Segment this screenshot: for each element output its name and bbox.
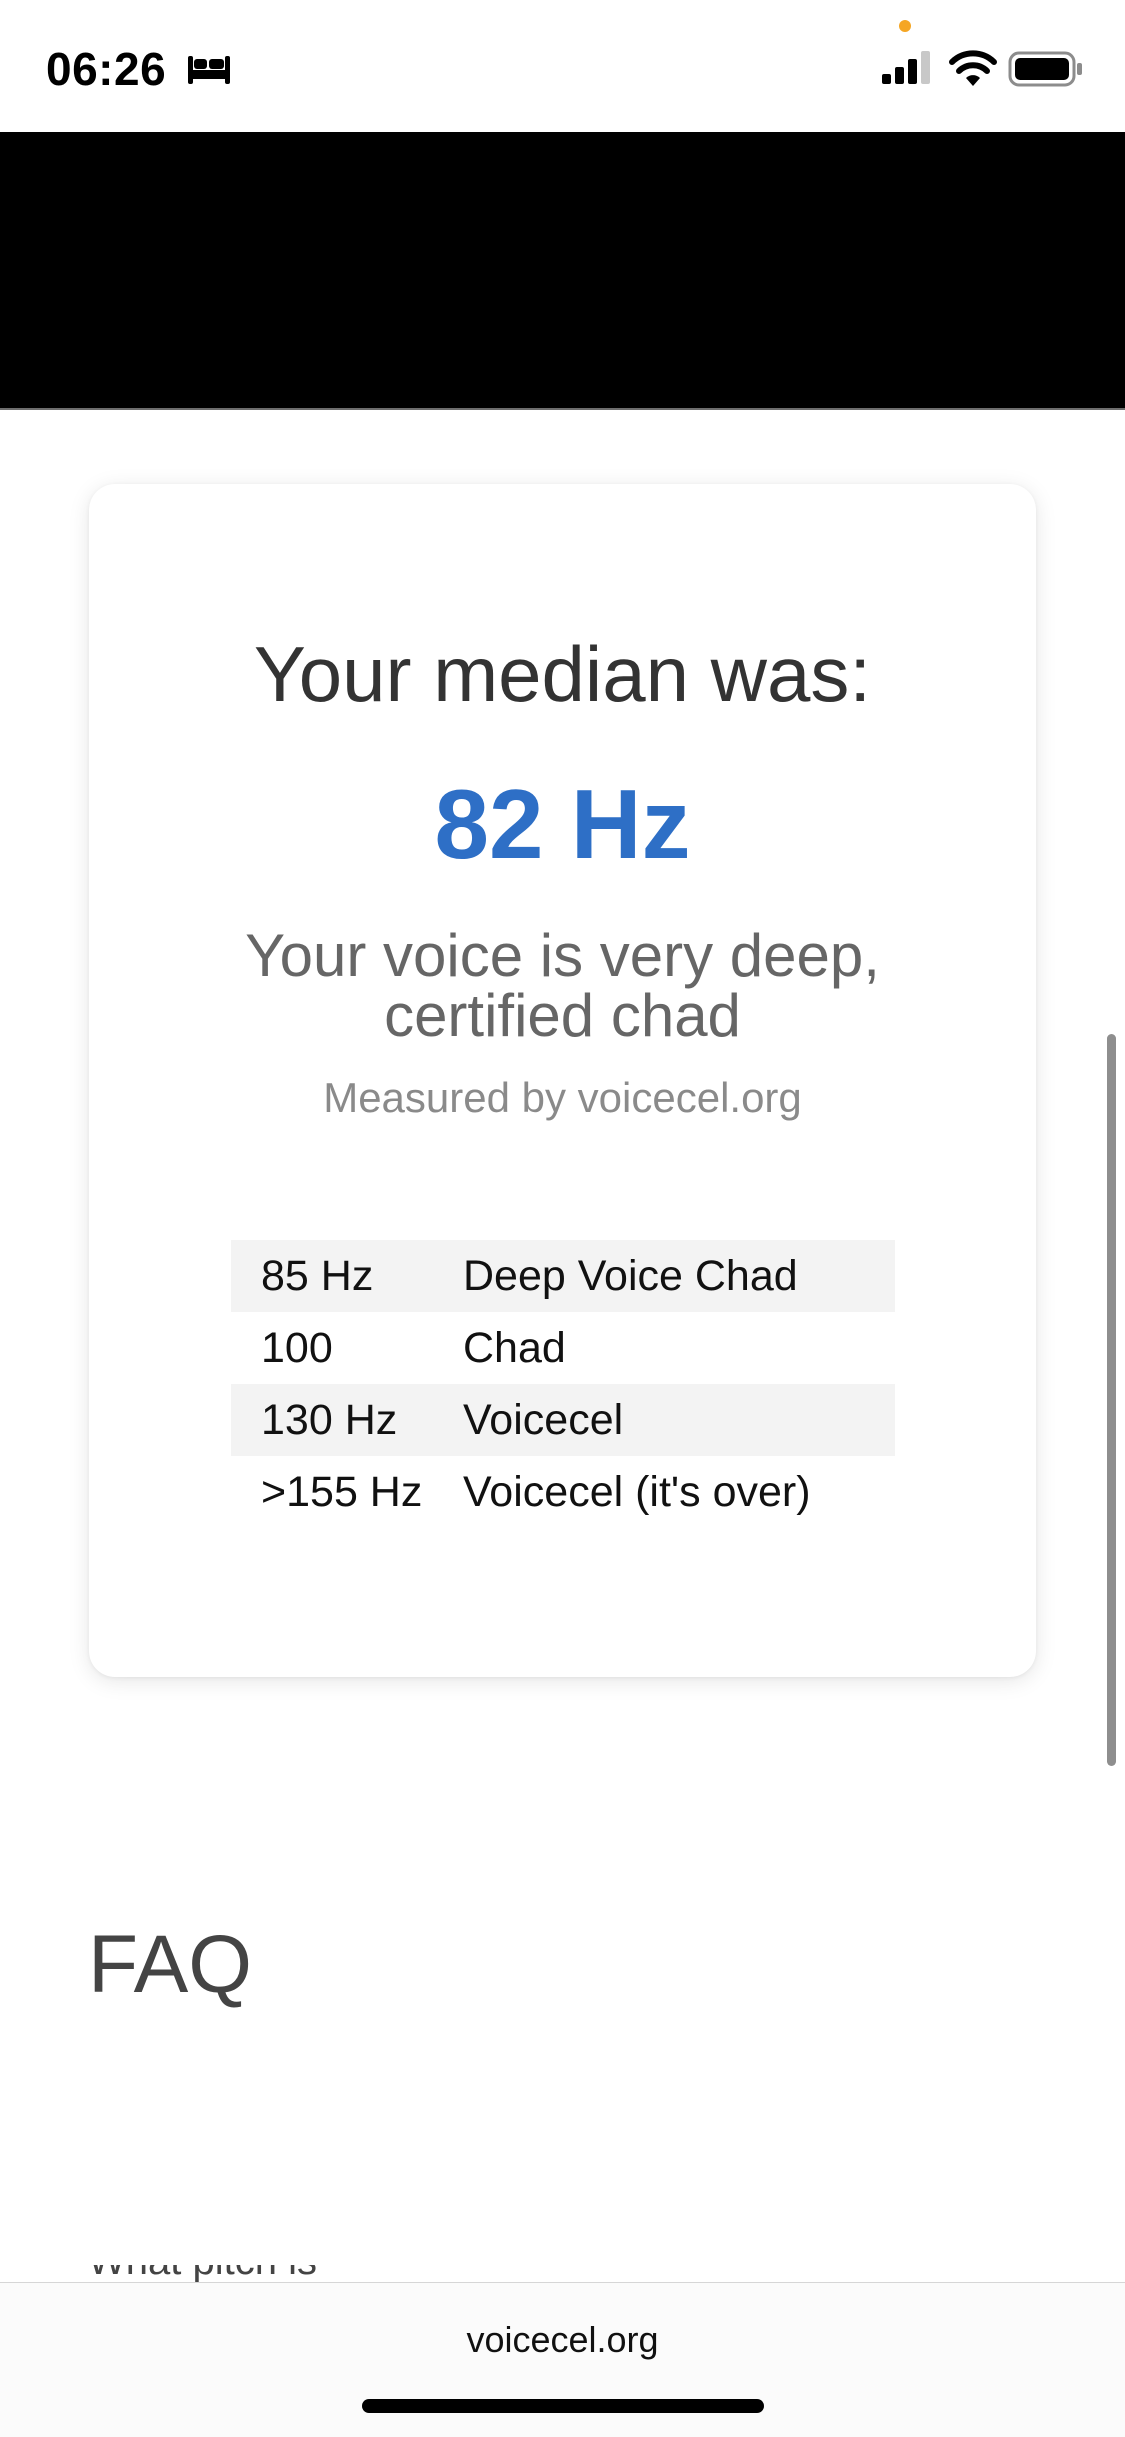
table-cell-frequency: 100 (261, 1323, 333, 1372)
faq-question-partial[interactable]: What pitch is (88, 2265, 988, 2283)
table-cell-label: Chad (463, 1323, 566, 1372)
table-cell-frequency: 130 Hz (261, 1395, 398, 1444)
reference-table: 85 Hz Deep Voice Chad 100 Chad 130 Hz Vo… (231, 1240, 895, 1528)
table-row: 100 Chad (231, 1312, 895, 1384)
median-frequency-value: 82 Hz (434, 769, 691, 879)
faq-question-text: What pitch is (88, 2265, 317, 2283)
home-indicator[interactable] (362, 2399, 764, 2413)
table-cell-label: Voicecel (463, 1395, 624, 1444)
table-cell-label: Voicecel (it's over) (463, 1467, 811, 1516)
table-cell-frequency: 85 Hz (261, 1251, 374, 1300)
table-cell-label: Deep Voice Chad (463, 1251, 798, 1300)
status-time: 06:26 (46, 43, 167, 95)
cellular-signal-icon (882, 51, 930, 84)
table-row: 130 Hz Voicecel (231, 1384, 895, 1456)
wifi-icon (949, 50, 997, 86)
table-cell-frequency: >155 Hz (261, 1467, 423, 1516)
voice-verdict: Your voice is very deep, certified chad (149, 926, 976, 1046)
status-bar: 06:26 (0, 0, 1125, 132)
ad-banner (0, 132, 1125, 408)
bed-icon (188, 56, 230, 84)
divider (0, 408, 1125, 410)
table-row: 85 Hz Deep Voice Chad (231, 1240, 895, 1312)
scrollbar-thumb[interactable] (1107, 1034, 1116, 1766)
battery-icon (1008, 51, 1082, 87)
measured-by-credit: Measured by voicecel.org (323, 1074, 802, 1121)
address-url[interactable]: voicecel.org (0, 2319, 1125, 2361)
verdict-line: certified chad (384, 982, 741, 1049)
result-heading: Your median was: (253, 630, 872, 718)
result-card: Your median was: 82 Hz Your voice is ver… (89, 484, 1036, 1677)
faq-heading: FAQ (88, 1919, 253, 2010)
table-row: >155 Hz Voicecel (it's over) (231, 1456, 895, 1528)
verdict-line: Your voice is very deep, (245, 922, 880, 989)
privacy-indicator-dot (899, 20, 911, 32)
browser-address-bar[interactable]: voicecel.org (0, 2282, 1125, 2437)
